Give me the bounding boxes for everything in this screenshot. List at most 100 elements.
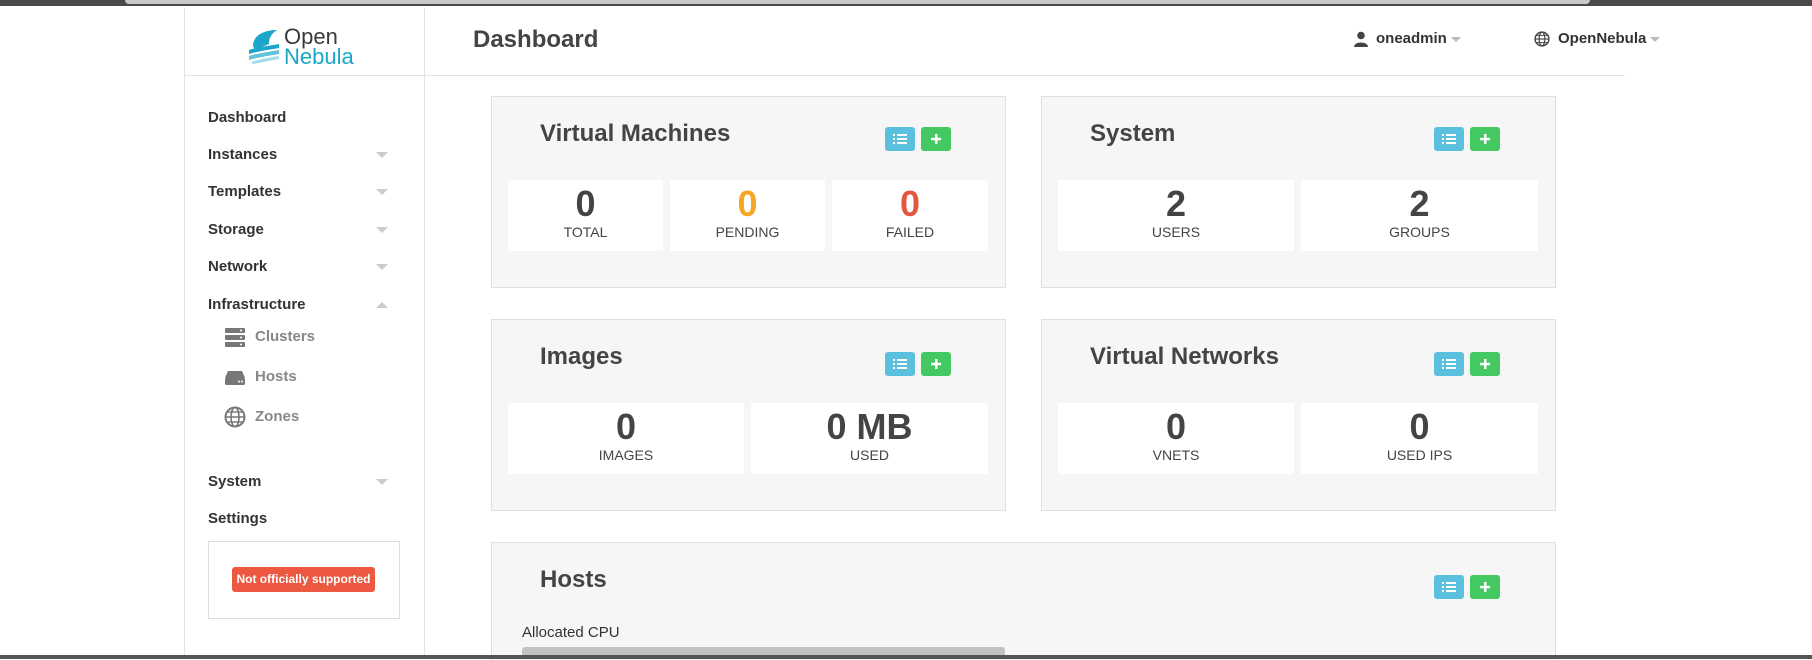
zone-name: OpenNebula [1558,30,1647,47]
list-button[interactable] [885,352,915,376]
sidebar-item-label: Infrastructure [208,296,306,313]
hosts-panel: Hosts [491,542,1556,660]
stat-label: USERS [1151,224,1201,240]
stat-used: 0 MB USED [751,403,988,474]
stat-groups: 2 GROUPS [1301,180,1538,251]
stat-label: TOTAL [563,224,608,240]
plus-icon [1480,582,1490,592]
list-button[interactable] [885,127,915,151]
stat-label: VNETS [1152,447,1200,463]
panel-title: Hosts [540,566,607,593]
stat-value: 0 [899,183,921,224]
stat-vnets: 0 VNETS [1058,403,1294,474]
stat-users: 2 USERS [1058,180,1294,251]
sidebar-item-label: Dashboard [208,109,287,126]
window-bottom-bar [0,655,1812,659]
chevron-down-icon [376,189,388,195]
sidebar-item-label: Instances [208,146,278,163]
stat-value: 0 [1165,406,1187,447]
page-header: Dashboard oneadmin OpenNebula [425,8,1661,76]
stat-value: 0 [737,183,758,224]
plus-icon [931,134,941,144]
panel-title: Virtual Machines [540,120,731,147]
stat-value: 2 [1409,183,1430,224]
user-menu[interactable]: oneadmin [1354,30,1461,48]
stat-label: GROUPS [1389,224,1450,240]
sidebar-item-templates[interactable]: Templates [208,183,388,207]
stat-total: 0 TOTAL [508,180,663,251]
sidebar-item-label: System [208,473,262,490]
hdd-icon [225,371,245,385]
add-button[interactable] [1470,575,1500,599]
stat-pending: 0 PENDING [670,180,825,251]
stat-value: 0 [575,183,596,224]
sidebar-item-network[interactable]: Network [208,258,388,282]
user-name: oneadmin [1376,30,1447,47]
sidebar-item-label: Templates [208,183,282,200]
stat-failed: 0 FAILED [832,180,988,251]
caret-down-icon [1450,36,1461,42]
window-top-bar-inner [125,0,1590,4]
stat-label: IMAGES [598,447,654,463]
stat-label: PENDING [715,224,780,240]
sidebar-item-label: Network [208,258,268,275]
list-button[interactable] [1434,352,1464,376]
list-icon [893,359,907,369]
stat-label: USED [850,447,889,463]
panel-title: Images [540,343,623,370]
support-notice-box: Not officially supported [208,541,400,619]
list-button[interactable] [1434,575,1464,599]
virtual-networks-panel: Virtual Networks 0 VNETS 0 USED IPS [1041,319,1556,511]
caret-down-icon [1650,36,1661,42]
globe-icon [1534,31,1550,47]
sidebar-subitem-label: Zones [255,408,300,425]
chevron-up-icon [376,302,388,308]
sidebar-item-label: Settings [208,510,268,527]
stat-label: FAILED [885,224,935,240]
system-panel: System 2 USERS 2 GROUPS [1041,96,1556,288]
list-icon [1442,359,1456,369]
sidebar-item-instances[interactable]: Instances [208,146,388,170]
panel-title: Virtual Networks [1090,343,1279,370]
chevron-down-icon [376,479,388,485]
plus-icon [931,359,941,369]
images-panel: Images 0 IMAGES 0 MB USED [491,319,1006,511]
add-button[interactable] [1470,352,1500,376]
stat-used-ips: 0 USED IPS [1301,403,1538,474]
list-button[interactable] [1434,127,1464,151]
allocated-cpu-label: Allocated CPU [522,624,620,641]
plus-icon [1480,359,1490,369]
stat-label: USED IPS [1386,447,1453,463]
sidebar-item-storage[interactable]: Storage [208,221,388,245]
chevron-down-icon [376,227,388,233]
virtual-machines-panel: Virtual Machines 0 TOTAL 0 PENDING 0 FAI… [491,96,1006,288]
chevron-down-icon [376,152,388,158]
page-title: Dashboard [473,26,599,53]
stat-value: 0 [615,406,637,447]
zone-menu[interactable]: OpenNebula [1534,30,1661,47]
opennebula-logo[interactable]: Open Nebula [247,26,367,69]
list-icon [1442,582,1456,592]
plus-icon [1480,134,1490,144]
sidebar-subitem-label: Hosts [255,368,297,385]
add-button[interactable] [921,127,951,151]
list-icon [893,134,907,144]
panel-title: System [1090,120,1176,147]
globe-icon [224,406,246,428]
sidebar-item-settings[interactable]: Settings [208,510,388,534]
stat-value: 2 [1165,183,1187,224]
sidebar-item-infrastructure[interactable]: Infrastructure [208,296,388,320]
sidebar: Open Nebula Dashboard Instances Template… [185,8,425,655]
user-icon [1354,31,1368,48]
logo-text-nebula: Nebula [284,44,354,69]
sidebar-subitem-label: Clusters [255,328,316,345]
list-icon [1442,134,1456,144]
stat-images: 0 IMAGES [508,403,744,474]
add-button[interactable] [921,352,951,376]
add-button[interactable] [1470,127,1500,151]
support-notice-badge: Not officially supported [232,567,375,592]
window-top-bar [0,0,1812,6]
sidebar-item-system[interactable]: System [208,473,388,497]
sidebar-item-dashboard[interactable]: Dashboard [208,109,388,133]
stat-value: 0 [1409,406,1430,447]
